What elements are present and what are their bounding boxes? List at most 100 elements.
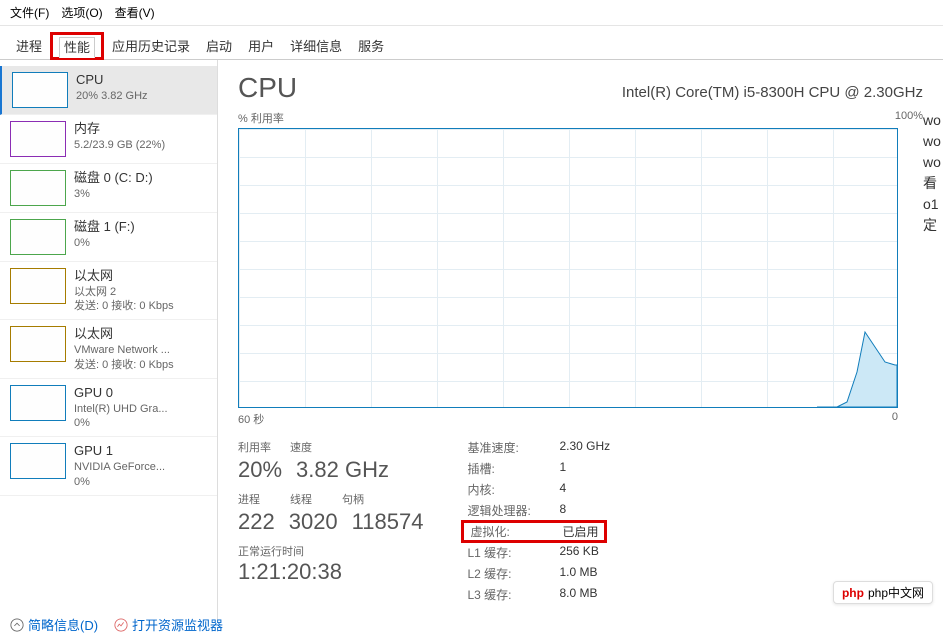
menu-file[interactable]: 文件(F)	[10, 4, 49, 21]
sidebar-memory-title: 内存	[74, 121, 165, 138]
sidebar-eth0-sub: 以太网 2	[74, 285, 174, 299]
menu-view[interactable]: 查看(V)	[115, 4, 155, 21]
sidebar-eth1-sub: VMware Network ...	[74, 343, 174, 357]
cpu-thumb-icon	[12, 72, 68, 108]
sidebar-eth0-title: 以太网	[74, 268, 174, 285]
menubar: 文件(F) 选项(O) 查看(V)	[0, 0, 943, 26]
proc-label: 进程	[238, 491, 290, 507]
chart-x-end: 0	[892, 411, 898, 427]
chart-grid	[239, 129, 897, 407]
content-header: CPU Intel(R) Core(TM) i5-8300H CPU @ 2.3…	[238, 72, 923, 104]
tab-services[interactable]: 服务	[350, 32, 392, 59]
sidebar-item-gpu1[interactable]: GPU 1 NVIDIA GeForce... 0%	[0, 437, 217, 495]
monitor-icon	[114, 618, 128, 632]
sidebar-gpu0-title: GPU 0	[74, 385, 168, 402]
badge-text: php中文网	[868, 584, 924, 601]
sidebar-gpu0-sub: Intel(R) UHD Gra...	[74, 402, 168, 416]
ethernet1-thumb-icon	[10, 326, 66, 362]
tab-details[interactable]: 详细信息	[282, 32, 350, 59]
main-area: CPU 20% 3.82 GHz 内存 5.2/23.9 GB (22%) 磁盘…	[0, 60, 943, 620]
stats-area: 利用率 速度 20% 3.82 GHz 进程 线程 句柄 222	[238, 439, 923, 607]
handle-label: 句柄	[342, 491, 394, 507]
tab-performance-highlight: 性能	[50, 32, 104, 60]
sidebar-eth0-sub2: 发送: 0 接收: 0 Kbps	[74, 299, 174, 313]
sockets-label: 插槽:	[467, 460, 559, 477]
thread-label: 线程	[290, 491, 342, 507]
l1-val: 256 KB	[559, 544, 598, 561]
sidebar-gpu1-title: GPU 1	[74, 443, 165, 460]
sidebar-disk0-sub: 3%	[74, 187, 153, 201]
virtualization-highlight: 虚拟化:已启用	[461, 520, 607, 543]
tab-app-history[interactable]: 应用历史记录	[104, 32, 198, 59]
sidebar-item-disk0[interactable]: 磁盘 0 (C: D:) 3%	[0, 164, 217, 213]
sockets-val: 1	[559, 460, 566, 477]
stats-right: 基准速度:2.30 GHz 插槽:1 内核:4 逻辑处理器:8 虚拟化:已启用 …	[467, 439, 610, 607]
uptime-label: 正常运行时间	[238, 543, 437, 559]
chevron-up-icon	[10, 618, 24, 632]
logical-label: 逻辑处理器:	[467, 502, 559, 519]
sidebar-item-gpu0[interactable]: GPU 0 Intel(R) UHD Gra... 0%	[0, 379, 217, 437]
proc-val: 222	[238, 509, 275, 535]
cpu-title: CPU	[238, 72, 297, 104]
uptime-val: 1:21:20:38	[238, 559, 423, 585]
memory-thumb-icon	[10, 121, 66, 157]
tab-performance[interactable]: 性能	[59, 37, 95, 58]
sidebar-cpu-sub: 20% 3.82 GHz	[76, 89, 148, 103]
sidebar-item-ethernet1[interactable]: 以太网 VMware Network ... 发送: 0 接收: 0 Kbps	[0, 320, 217, 378]
resmon-link[interactable]: 打开资源监视器	[114, 615, 223, 634]
thread-val: 3020	[289, 509, 338, 535]
sidebar-item-disk1[interactable]: 磁盘 1 (F:) 0%	[0, 213, 217, 262]
footer: 简略信息(D) 打开资源监视器	[10, 615, 223, 634]
chart-x-label: 60 秒	[238, 411, 264, 427]
chart-bottom-labels: 60 秒 0	[238, 411, 898, 427]
chart-line-icon	[817, 317, 897, 407]
handle-val: 118574	[352, 509, 424, 535]
l3-val: 8.0 MB	[559, 586, 597, 603]
speed-label: 速度	[290, 439, 342, 455]
chart-top-labels: % 利用率 100%	[238, 110, 923, 126]
stats-left: 利用率 速度 20% 3.82 GHz 进程 线程 句柄 222	[238, 439, 437, 607]
cores-label: 内核:	[467, 481, 559, 498]
sidebar-disk1-sub: 0%	[74, 236, 135, 250]
tab-processes[interactable]: 进程	[8, 32, 50, 59]
chart-y-max: 100%	[895, 110, 923, 126]
sidebar-memory-sub: 5.2/23.9 GB (22%)	[74, 138, 165, 152]
sidebar-gpu0-sub2: 0%	[74, 416, 168, 430]
side-text: wo wo wo 看 o1 定	[923, 110, 941, 236]
sidebar-disk1-title: 磁盘 1 (F:)	[74, 219, 135, 236]
l3-label: L3 缓存:	[467, 586, 559, 603]
sidebar-item-memory[interactable]: 内存 5.2/23.9 GB (22%)	[0, 115, 217, 164]
chart-y-label: % 利用率	[238, 110, 284, 126]
content: CPU Intel(R) Core(TM) i5-8300H CPU @ 2.3…	[218, 60, 943, 620]
tab-users[interactable]: 用户	[240, 32, 282, 59]
cpu-model: Intel(R) Core(TM) i5-8300H CPU @ 2.30GHz	[622, 84, 923, 101]
util-label: 利用率	[238, 439, 290, 455]
gpu0-thumb-icon	[10, 385, 66, 421]
cores-val: 4	[559, 481, 566, 498]
sidebar-cpu-title: CPU	[76, 72, 148, 89]
cpu-chart[interactable]	[238, 128, 898, 408]
brief-info-link[interactable]: 简略信息(D)	[10, 615, 98, 634]
watermark-badge: php php中文网	[833, 581, 933, 604]
util-val: 20%	[238, 457, 282, 483]
sidebar-gpu1-sub: NVIDIA GeForce...	[74, 460, 165, 474]
ethernet0-thumb-icon	[10, 268, 66, 304]
tab-startup[interactable]: 启动	[198, 32, 240, 59]
l2-val: 1.0 MB	[559, 565, 597, 582]
sidebar-disk0-title: 磁盘 0 (C: D:)	[74, 170, 153, 187]
base-speed-val: 2.30 GHz	[559, 439, 610, 456]
sidebar: CPU 20% 3.82 GHz 内存 5.2/23.9 GB (22%) 磁盘…	[0, 60, 218, 620]
gpu1-thumb-icon	[10, 443, 66, 479]
sidebar-item-cpu[interactable]: CPU 20% 3.82 GHz	[0, 66, 217, 115]
disk1-thumb-icon	[10, 219, 66, 255]
disk0-thumb-icon	[10, 170, 66, 206]
l1-label: L1 缓存:	[467, 544, 559, 561]
sidebar-eth1-sub2: 发送: 0 接收: 0 Kbps	[74, 358, 174, 372]
sidebar-item-ethernet0[interactable]: 以太网 以太网 2 发送: 0 接收: 0 Kbps	[0, 262, 217, 320]
l2-label: L2 缓存:	[467, 565, 559, 582]
base-speed-label: 基准速度:	[467, 439, 559, 456]
php-logo-icon: php	[842, 586, 864, 600]
menu-options[interactable]: 选项(O)	[61, 4, 102, 21]
tabbar: 进程 性能 应用历史记录 启动 用户 详细信息 服务	[0, 26, 943, 60]
logical-val: 8	[559, 502, 566, 519]
